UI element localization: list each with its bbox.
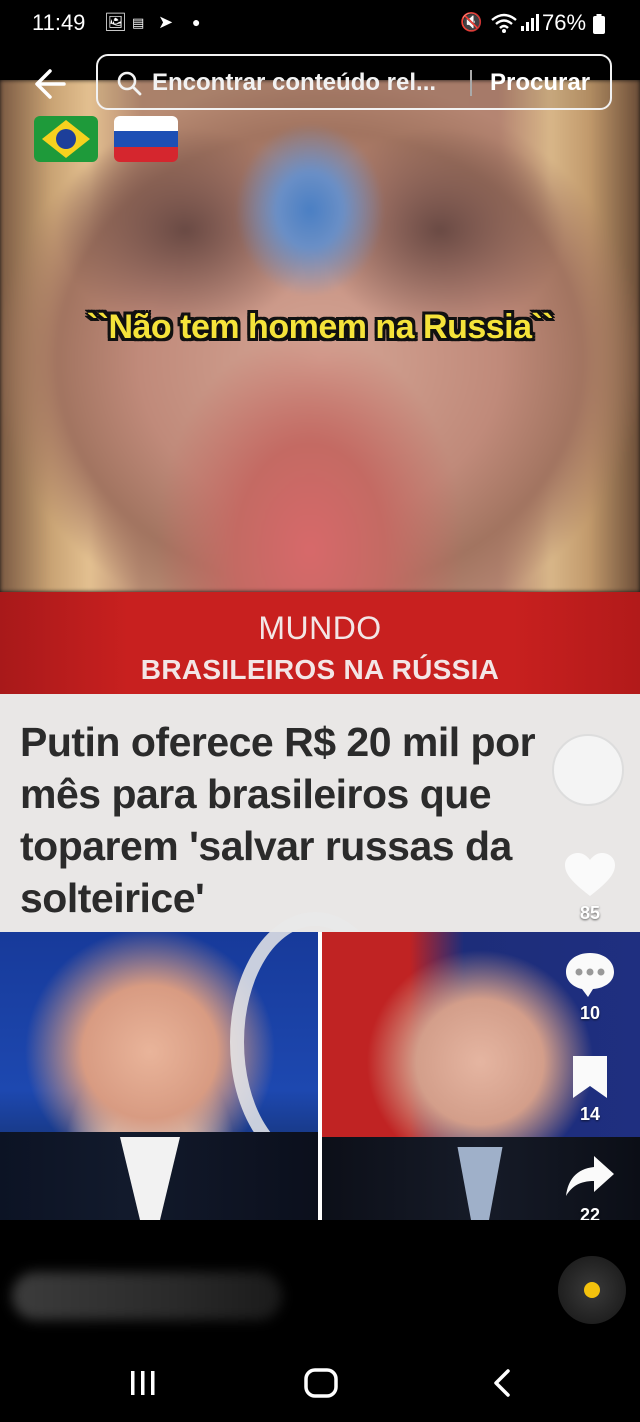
home-button[interactable] — [304, 1368, 338, 1398]
news-headline-box: Putin oferece R$ 20 mil por mês para bra… — [0, 694, 640, 932]
lula-photo — [0, 912, 400, 1220]
profile-avatar[interactable] — [552, 734, 624, 806]
brazil-flag-icon — [34, 116, 98, 162]
app-notification-icon: ▤ — [132, 15, 145, 30]
save-button[interactable] — [562, 1052, 618, 1102]
back-arrow-icon — [35, 69, 66, 99]
heart-icon — [565, 853, 615, 896]
status-bar: 11:49 🖼 ▤ ➤ ● 🔇 76% — [0, 0, 640, 48]
gallery-icon: 🖼 — [104, 12, 127, 32]
news-banner: MUNDO BRASILEIROS NA RÚSSIA — [0, 592, 640, 694]
share-arrow-icon — [566, 1156, 614, 1196]
bookmark-icon — [573, 1056, 607, 1098]
news-kicker: MUNDO — [258, 610, 382, 646]
music-disc-button[interactable] — [558, 1256, 626, 1324]
like-button[interactable] — [562, 850, 618, 900]
video-player[interactable]: ``Não tem homem na Russia`` MUNDO BRASIL… — [0, 80, 640, 1220]
chevron-left-icon — [494, 1369, 510, 1397]
news-headline: Putin oferece R$ 20 mil por mês para bra… — [20, 719, 536, 921]
home-icon — [304, 1368, 338, 1398]
system-back-button[interactable] — [490, 1368, 514, 1398]
recents-button[interactable] — [128, 1370, 158, 1396]
photo-divider — [318, 932, 322, 1220]
system-navigation-bar — [0, 1340, 640, 1422]
search-divider — [470, 70, 472, 96]
comment-count: 10 — [579, 1003, 601, 1023]
search-submit-button[interactable]: Procurar — [490, 69, 590, 97]
back-button[interactable] — [30, 62, 74, 106]
notification-dot-icon: ● — [192, 14, 201, 30]
battery-percentage: 76% — [542, 10, 587, 35]
russia-flag-icon — [114, 116, 178, 162]
search-input[interactable]: Encontrar conteúdo rel... — [152, 69, 436, 97]
blurred-username[interactable] — [12, 1272, 282, 1320]
news-section: BRASILEIROS NA RÚSSIA — [140, 654, 500, 685]
battery-icon — [593, 14, 605, 39]
wifi-icon — [490, 12, 518, 39]
share-button[interactable] — [562, 1152, 618, 1202]
search-icon — [117, 71, 142, 96]
music-disc-icon — [584, 1282, 600, 1298]
save-count: 14 — [579, 1104, 601, 1124]
mute-icon: 🔇 — [460, 12, 483, 32]
comment-button[interactable] — [562, 950, 618, 1000]
video-caption: ``Não tem homem na Russia`` — [86, 308, 554, 346]
status-time: 11:49 — [32, 10, 86, 35]
search-bar[interactable]: Encontrar conteúdo rel... Procurar — [96, 54, 612, 110]
recents-icon — [131, 1371, 155, 1395]
comment-bubble-icon — [566, 953, 614, 997]
like-count: 85 — [579, 903, 601, 923]
telegram-icon: ➤ — [158, 12, 174, 32]
signal-icon — [520, 12, 540, 37]
